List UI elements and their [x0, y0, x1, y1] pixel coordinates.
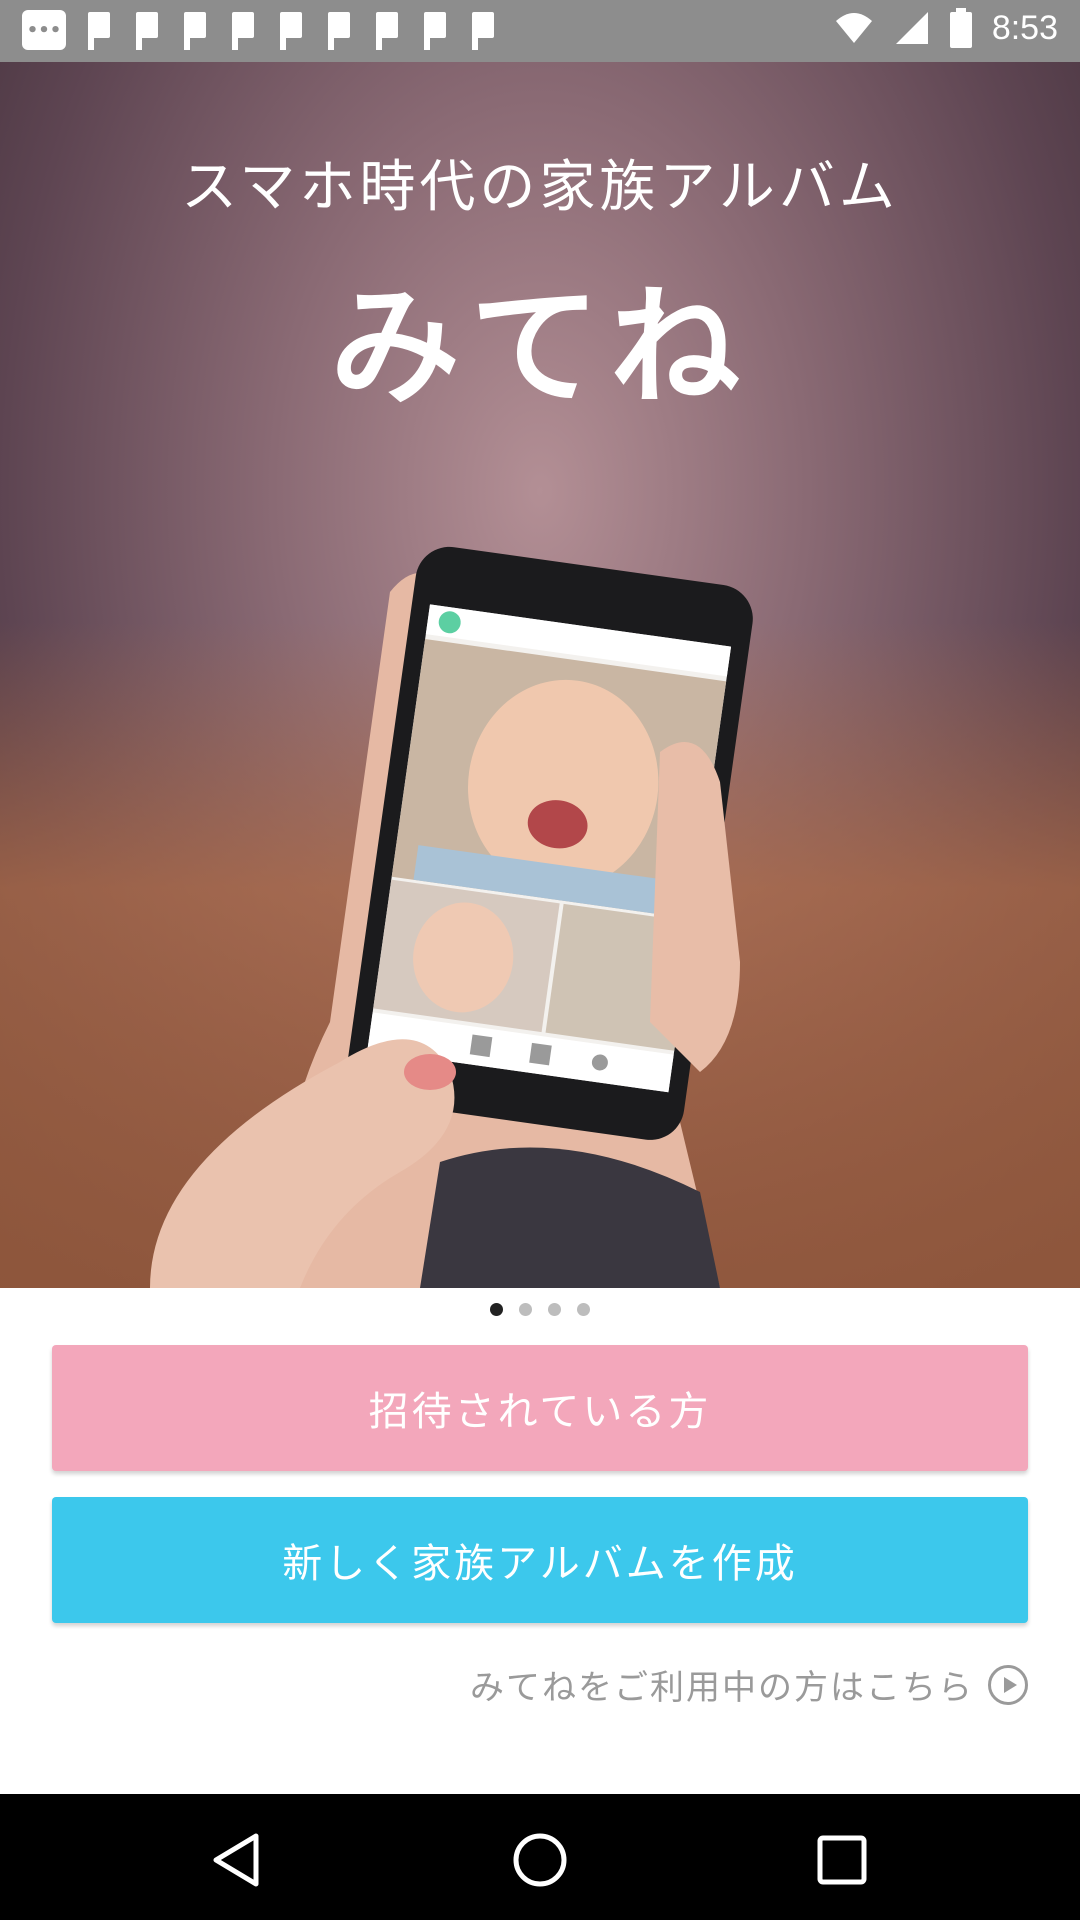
battery-icon — [949, 8, 972, 48]
page-dot-active[interactable] — [490, 1303, 503, 1316]
existing-user-link-label: みてねをご利用中の方はこちら — [470, 1668, 974, 1708]
home-icon[interactable] — [510, 1830, 570, 1890]
flag-icon — [276, 10, 306, 50]
flag-icon — [324, 10, 354, 50]
hero-image: スマホ時代の家族アルバム みてね — [0, 62, 1080, 1288]
hero-tagline: スマホ時代の家族アルバム — [181, 155, 899, 220]
invited-button[interactable]: 招待されている方 — [52, 1345, 1028, 1471]
flag-icon — [84, 10, 114, 50]
app-logo: みてね — [329, 271, 750, 423]
flag-icon — [132, 10, 162, 50]
wifi-icon — [835, 13, 872, 43]
flag-icon — [372, 10, 402, 50]
more-icon: ••• — [22, 10, 66, 50]
back-icon[interactable] — [206, 1830, 266, 1890]
flag-icon — [228, 10, 258, 50]
flag-icon — [468, 10, 498, 50]
system-nav-bar — [0, 1794, 1080, 1920]
recent-apps-icon[interactable] — [812, 1830, 872, 1890]
signal-icon — [895, 12, 928, 44]
notification-icons: ••• — [22, 10, 498, 50]
play-circle-icon — [988, 1664, 1028, 1705]
page-dot[interactable] — [519, 1303, 532, 1316]
flag-icon — [420, 10, 450, 50]
create-album-button[interactable]: 新しく家族アルバムを作成 — [52, 1497, 1028, 1623]
page-dot[interactable] — [577, 1303, 590, 1316]
status-bar: ••• 8:53 — [0, 0, 1080, 62]
flag-icon — [180, 10, 210, 50]
page-dot[interactable] — [548, 1303, 561, 1316]
status-right: 8:53 — [834, 8, 1058, 48]
existing-user-link[interactable]: みてねをご利用中の方はこちら — [470, 1660, 1028, 1709]
page-indicator — [0, 1303, 1080, 1316]
clock: 8:53 — [991, 8, 1058, 47]
